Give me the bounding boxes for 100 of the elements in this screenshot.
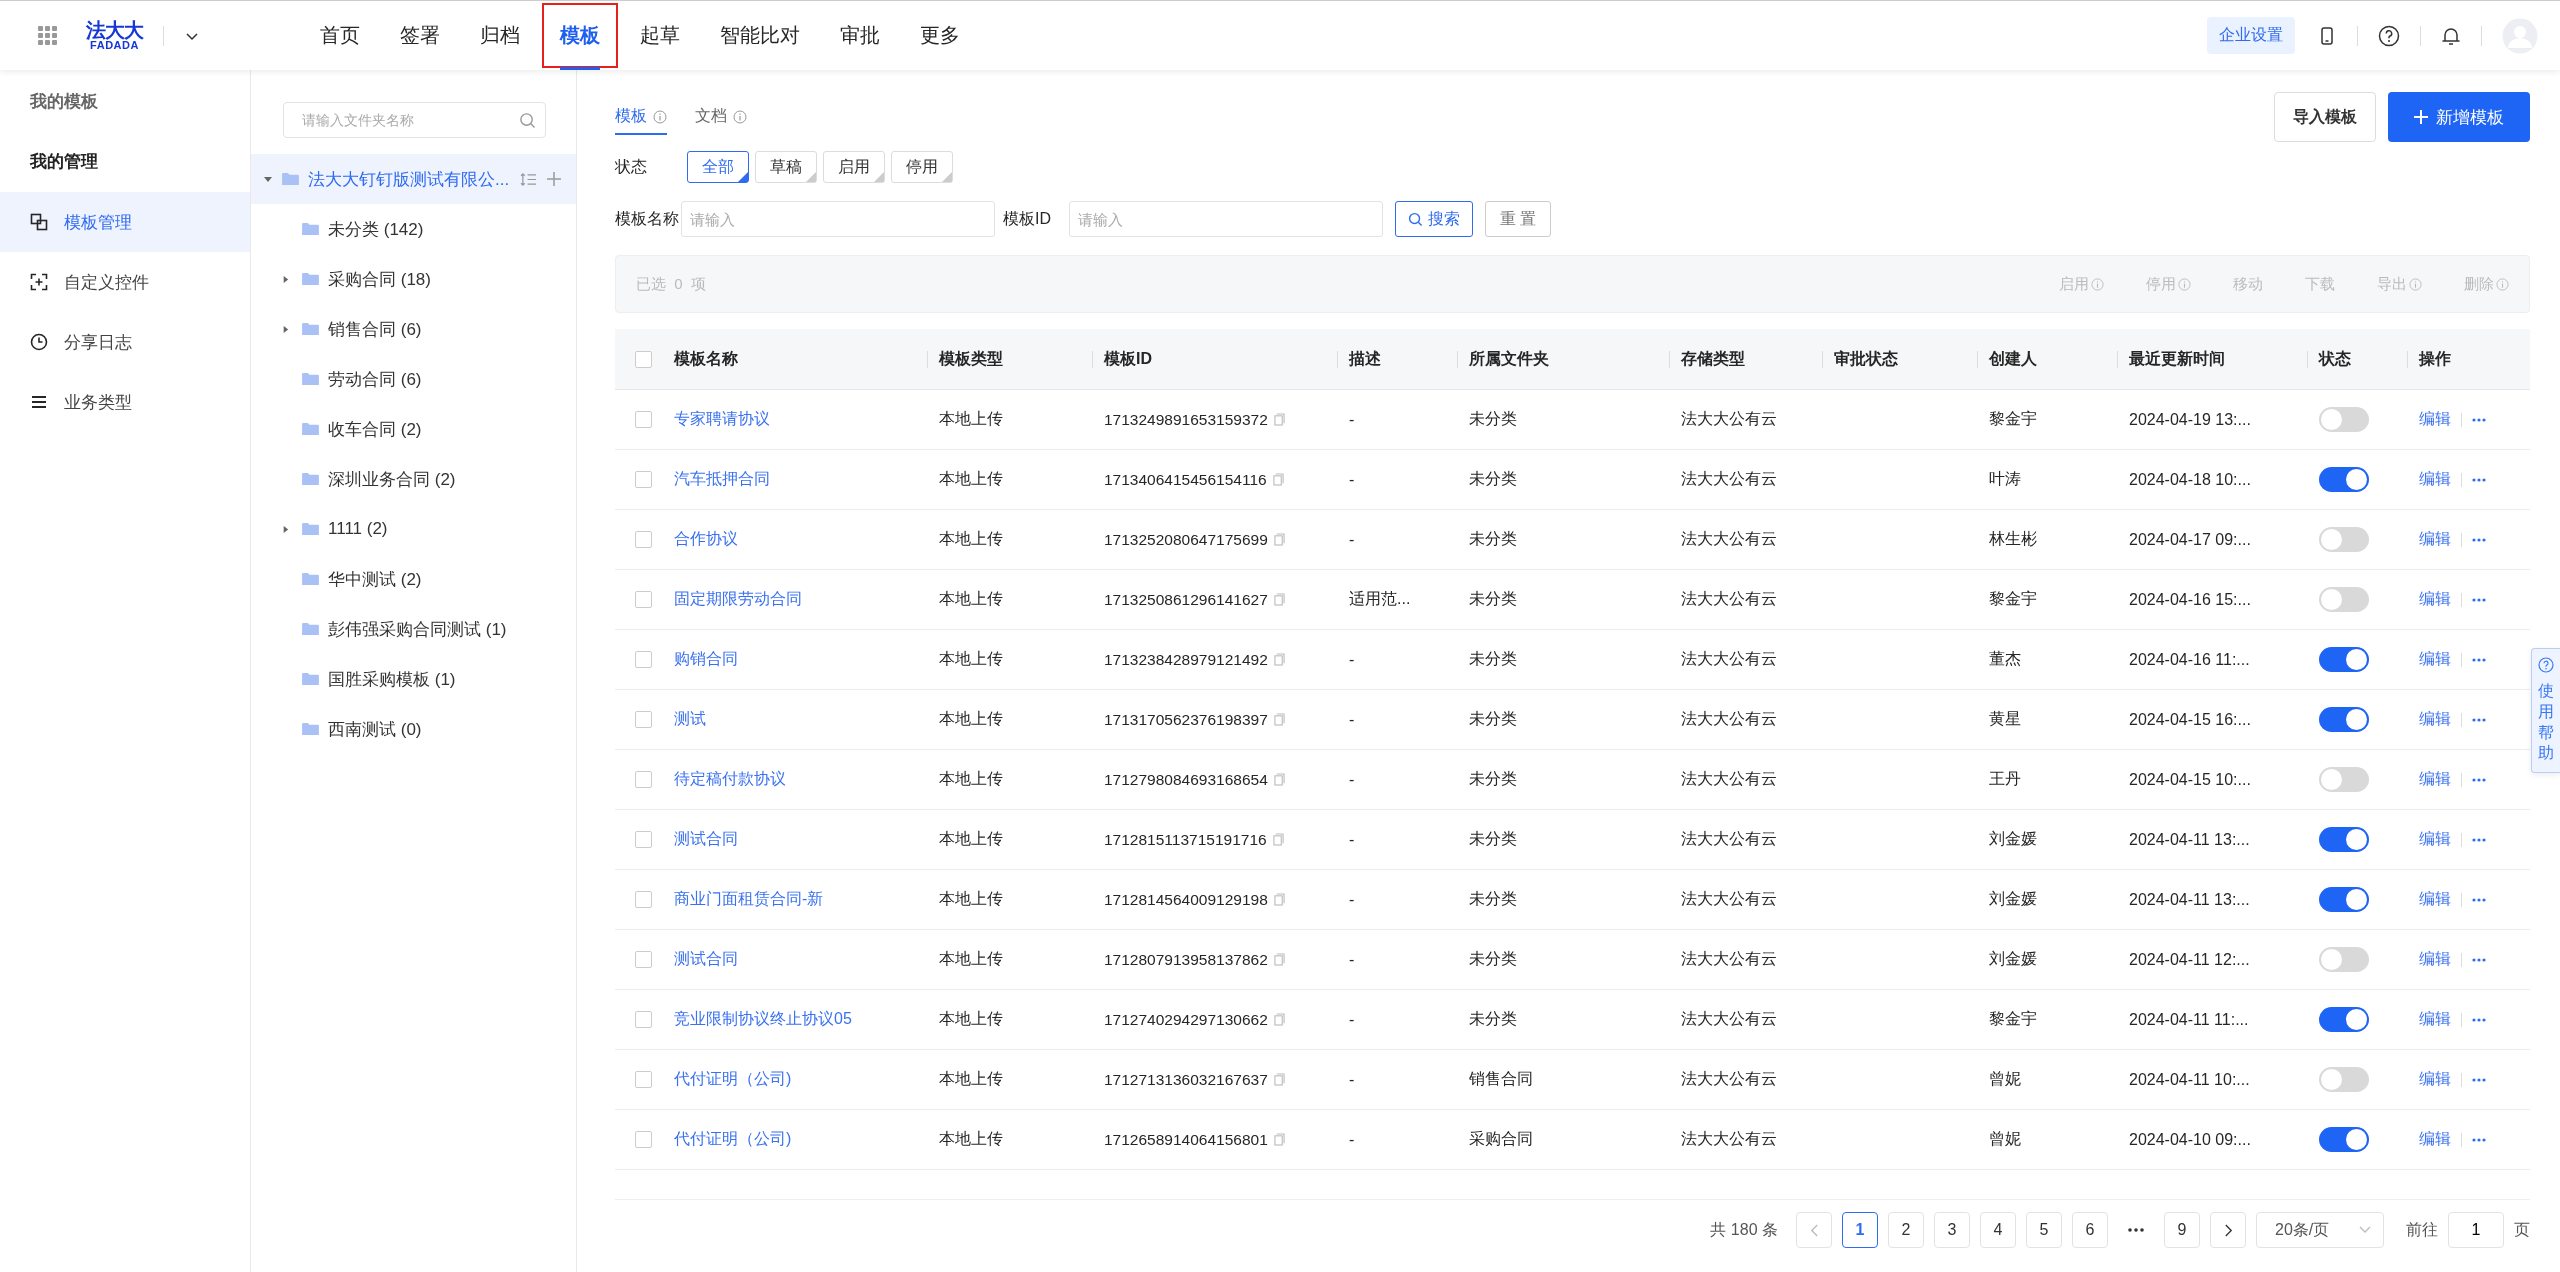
create-button[interactable]: 新增模板	[2388, 92, 2530, 142]
nav-tab[interactable]: 模板	[540, 1, 620, 70]
page-button[interactable]: 2	[1888, 1212, 1924, 1248]
copy-icon[interactable]	[1273, 773, 1285, 786]
more-icon[interactable]	[2472, 837, 2486, 842]
nav-tab[interactable]: 签署	[380, 1, 460, 70]
checkbox[interactable]	[635, 591, 652, 608]
checkbox[interactable]	[635, 651, 652, 668]
more-icon[interactable]	[2472, 477, 2486, 482]
folder-tree-item[interactable]: 1111 (2)	[251, 504, 576, 554]
template-name-link[interactable]: 合作协议	[674, 529, 738, 550]
copy-icon[interactable]	[1273, 1133, 1285, 1146]
checkbox[interactable]	[635, 951, 652, 968]
page-button[interactable]: 6	[2072, 1212, 2108, 1248]
edit-link[interactable]: 编辑	[2419, 649, 2451, 670]
template-name-link[interactable]: 固定期限劳动合同	[674, 589, 802, 610]
copy-icon[interactable]	[1273, 533, 1285, 546]
sidebar-item[interactable]: 业务类型	[0, 372, 250, 432]
more-icon[interactable]	[2472, 1077, 2486, 1082]
apps-grid-icon[interactable]	[38, 25, 58, 46]
page-number-field[interactable]: 1	[2448, 1212, 2504, 1248]
folder-tree-item[interactable]: 西南测试 (0)	[251, 704, 576, 754]
page-button[interactable]: 3	[1934, 1212, 1970, 1248]
folder-tree-item[interactable]: 销售合同 (6)	[251, 304, 576, 354]
template-name-link[interactable]: 测试	[674, 709, 706, 730]
more-icon[interactable]	[2472, 597, 2486, 602]
template-name-link[interactable]: 代付证明（公司)	[674, 1129, 792, 1150]
more-pages-icon[interactable]	[2128, 1228, 2144, 1232]
checkbox[interactable]	[635, 531, 652, 548]
folder-tree-item[interactable]: 国胜采购模板 (1)	[251, 654, 576, 704]
status-filter-chip[interactable]: 停用	[891, 151, 953, 183]
toggle-switch[interactable]	[2319, 947, 2369, 972]
folder-tree-item[interactable]: 彭伟强采购合同测试 (1)	[251, 604, 576, 654]
nav-tab[interactable]: 智能比对	[700, 1, 820, 70]
status-filter-chip[interactable]: 草稿	[755, 151, 817, 183]
template-name-link[interactable]: 代付证明（公司)	[674, 1069, 792, 1090]
page-button[interactable]: 9	[2164, 1212, 2200, 1248]
edit-link[interactable]: 编辑	[2419, 889, 2451, 910]
edit-link[interactable]: 编辑	[2419, 589, 2451, 610]
folder-tree-item[interactable]: 法大大钉钉版测试有限公...	[251, 154, 576, 204]
edit-link[interactable]: 编辑	[2419, 949, 2451, 970]
nav-tab[interactable]: 审批	[820, 1, 900, 70]
reset-button[interactable]: 重 置	[1485, 201, 1552, 237]
folder-tree-item[interactable]: 华中测试 (2)	[251, 554, 576, 604]
checkbox[interactable]	[635, 771, 652, 788]
toggle-switch[interactable]	[2319, 707, 2369, 732]
toggle-switch[interactable]	[2319, 887, 2369, 912]
help-tab[interactable]: 使用帮助	[2531, 648, 2560, 774]
nav-tab[interactable]: 更多	[900, 1, 980, 70]
edit-link[interactable]: 编辑	[2419, 1069, 2451, 1090]
more-icon[interactable]	[2472, 777, 2486, 782]
more-icon[interactable]	[2472, 537, 2486, 542]
more-icon[interactable]	[2472, 657, 2486, 662]
more-icon[interactable]	[2472, 897, 2486, 902]
copy-icon[interactable]	[1272, 473, 1284, 486]
template-id-field[interactable]: 请输入	[1069, 201, 1383, 237]
nav-tab[interactable]: 归档	[460, 1, 540, 70]
import-button[interactable]: 导入模板	[2274, 92, 2376, 142]
checkbox[interactable]	[635, 1011, 652, 1028]
checkbox[interactable]	[635, 411, 652, 428]
toggle-switch[interactable]	[2319, 1067, 2369, 1092]
toggle-switch[interactable]	[2319, 767, 2369, 792]
tab[interactable]: 模板	[615, 106, 667, 135]
checkbox[interactable]	[635, 471, 652, 488]
page-button[interactable]: 1	[1842, 1212, 1878, 1248]
edit-link[interactable]: 编辑	[2419, 709, 2451, 730]
template-name-link[interactable]: 商业门面租赁合同-新	[674, 889, 824, 910]
template-name-link[interactable]: 竞业限制协议终止协议05	[674, 1009, 852, 1030]
folder-search-field[interactable]: 请输入文件夹名称	[283, 102, 546, 138]
template-name-link[interactable]: 测试合同	[674, 829, 738, 850]
edit-link[interactable]: 编辑	[2419, 769, 2451, 790]
page-button[interactable]: 4	[1980, 1212, 2016, 1248]
copy-icon[interactable]	[1272, 833, 1284, 846]
toggle-switch[interactable]	[2319, 1007, 2369, 1032]
more-icon[interactable]	[2472, 1137, 2486, 1142]
page-button[interactable]: 5	[2026, 1212, 2062, 1248]
next-page-button[interactable]	[2210, 1212, 2246, 1248]
nav-tab[interactable]: 起草	[620, 1, 700, 70]
folder-tree-item[interactable]: 未分类 (142)	[251, 204, 576, 254]
copy-icon[interactable]	[1273, 893, 1285, 906]
add-icon[interactable]	[546, 171, 562, 187]
edit-link[interactable]: 编辑	[2419, 469, 2451, 490]
sort-icon[interactable]	[520, 171, 537, 187]
edit-link[interactable]: 编辑	[2419, 409, 2451, 430]
template-name-link[interactable]: 测试合同	[674, 949, 738, 970]
status-filter-chip[interactable]: 启用	[823, 151, 885, 183]
folder-tree-item[interactable]: 深圳业务合同 (2)	[251, 454, 576, 504]
folder-tree-item[interactable]: 采购合同 (18)	[251, 254, 576, 304]
edit-link[interactable]: 编辑	[2419, 1129, 2451, 1150]
toggle-switch[interactable]	[2319, 827, 2369, 852]
checkbox[interactable]	[635, 1131, 652, 1148]
copy-icon[interactable]	[1273, 1013, 1285, 1026]
toggle-switch[interactable]	[2319, 407, 2369, 432]
checkbox[interactable]	[635, 711, 652, 728]
sidebar-item[interactable]: 模板管理	[0, 192, 250, 252]
nav-tab[interactable]: 首页	[300, 1, 380, 70]
template-name-link[interactable]: 待定稿付款协议	[674, 769, 786, 790]
checkbox[interactable]	[635, 350, 652, 368]
more-icon[interactable]	[2472, 1017, 2486, 1022]
edit-link[interactable]: 编辑	[2419, 529, 2451, 550]
